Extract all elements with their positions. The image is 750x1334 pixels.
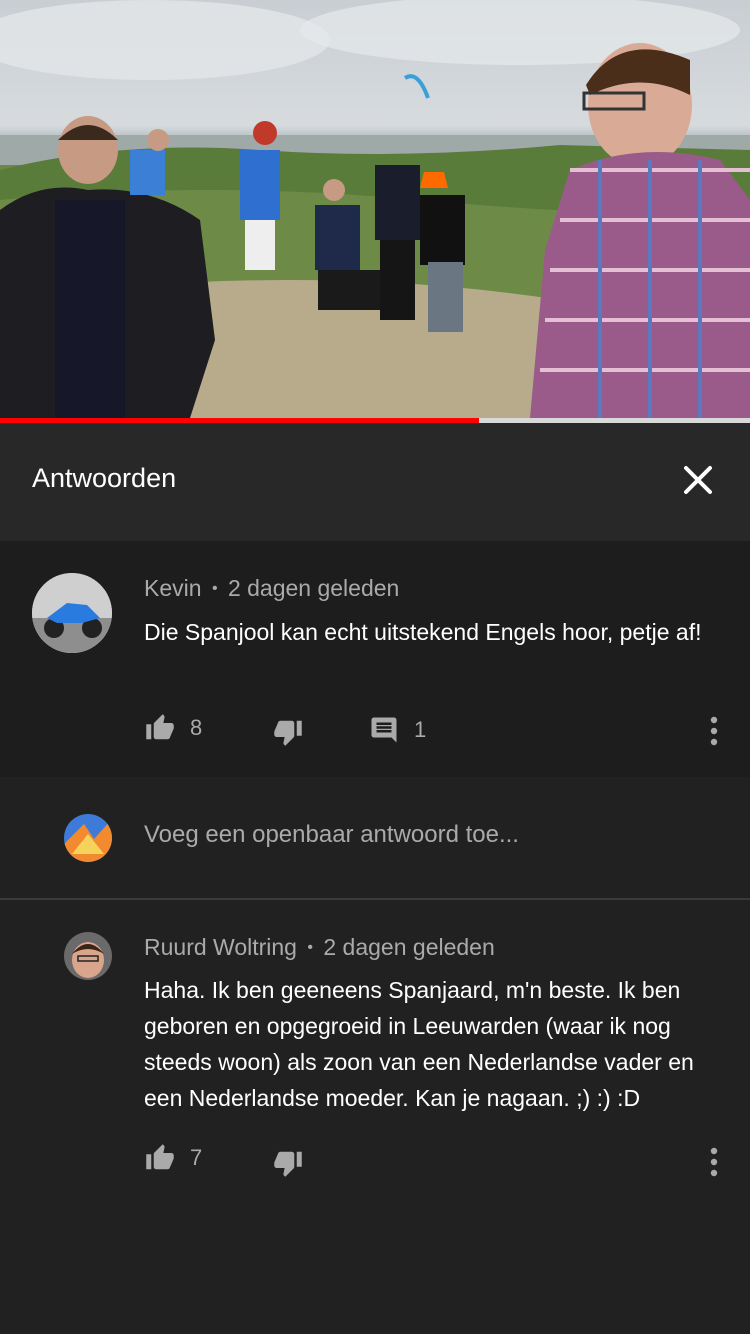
user-avatar <box>64 814 112 862</box>
main-comment: Kevin • 2 dagen geleden Die Spanjool kan… <box>0 541 750 777</box>
video-frame <box>0 0 750 418</box>
thumbs-up-icon <box>146 714 174 740</box>
meta-separator: • <box>307 939 313 956</box>
replies-header: Antwoorden <box>0 423 750 541</box>
close-icon <box>684 466 712 494</box>
thumbs-down-icon <box>274 1151 302 1177</box>
reply-input-row <box>0 777 750 900</box>
comment-author[interactable]: Ruurd Woltring <box>144 934 297 960</box>
thumbs-up-icon <box>146 1144 174 1170</box>
face-avatar-image <box>64 932 112 980</box>
dislike-button[interactable] <box>272 1148 304 1178</box>
comment-meta: Ruurd Woltring • 2 dagen geleden <box>144 934 495 961</box>
comment-meta: Kevin • 2 dagen geleden <box>144 575 399 602</box>
close-button[interactable] <box>674 456 722 504</box>
comment-time: 2 dagen geleden <box>227 575 400 601</box>
replies-title: Antwoorden <box>32 463 177 493</box>
comment-text: Haha. Ik ben geeneens Spanjaard, m'n bes… <box>144 977 694 1111</box>
reply-count: 1 <box>414 717 427 742</box>
comment-text: Die Spanjool kan echt uitstekend Engels … <box>144 619 702 645</box>
thumbs-down-icon <box>274 720 302 746</box>
reply-icon <box>371 717 397 743</box>
video-player[interactable] <box>0 0 750 418</box>
like-count: 7 <box>190 1145 203 1170</box>
reply-button[interactable]: 1 <box>368 715 426 745</box>
motorcycle-avatar-image <box>32 573 112 653</box>
like-button[interactable]: 8 <box>144 713 202 743</box>
more-vert-icon <box>710 716 718 746</box>
comment-author[interactable]: Kevin <box>144 575 202 601</box>
reply-input[interactable] <box>144 821 704 849</box>
user-avatar-image <box>64 814 112 862</box>
meta-separator: • <box>211 580 218 597</box>
avatar[interactable] <box>64 932 112 980</box>
comment-time: 2 dagen geleden <box>323 934 495 960</box>
like-count: 8 <box>190 715 203 740</box>
like-button[interactable]: 7 <box>144 1143 202 1173</box>
reply-comment: Ruurd Woltring • 2 dagen geleden Haha. I… <box>0 900 750 1334</box>
more-options-button[interactable] <box>704 713 724 749</box>
dislike-button[interactable] <box>272 717 304 747</box>
avatar[interactable] <box>32 573 112 653</box>
more-vert-icon <box>710 1147 718 1177</box>
more-options-button[interactable] <box>704 1144 724 1180</box>
